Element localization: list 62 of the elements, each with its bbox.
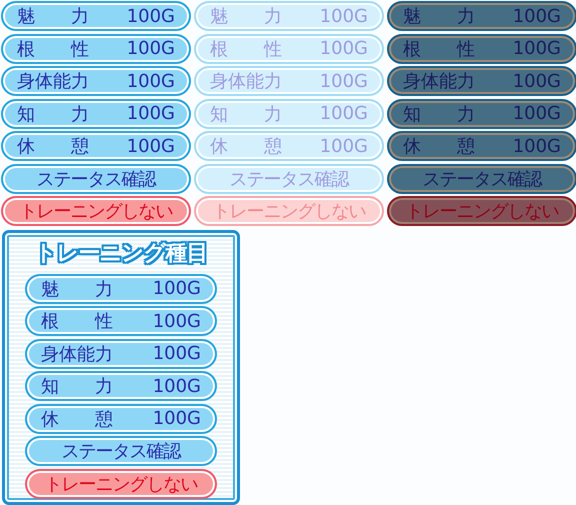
training-name: 根 性 [41, 310, 113, 333]
training-name: 魅 力 [210, 5, 282, 28]
training-name: 知 力 [17, 102, 89, 126]
training-button[interactable]: 知 力 100G [1, 98, 191, 128]
training-button[interactable]: 身体能力 100G [1, 66, 191, 96]
training-button[interactable]: 休 憩 100G [387, 131, 576, 161]
training-name: 休 憩 [210, 135, 282, 158]
training-price: 100G [126, 6, 175, 26]
training-price: 100G [512, 70, 561, 92]
training-price: 100G [320, 6, 368, 26]
training-price: 100G [320, 70, 368, 92]
training-name: 根 性 [210, 38, 282, 60]
training-name: 根 性 [403, 38, 475, 60]
training-price: 100G [152, 376, 201, 396]
training-price: 100G [126, 38, 175, 59]
training-name: 身体能力 [210, 70, 282, 93]
training-button[interactable]: 身体能力 100G [387, 66, 576, 96]
training-button[interactable]: 休 憩 100G [25, 404, 217, 434]
skip-training-button[interactable]: トレーニングしない [25, 468, 217, 498]
training-button[interactable]: 根 性 100G [1, 34, 191, 64]
training-button[interactable]: 知 力 100G [387, 98, 576, 128]
training-name: 知 力 [403, 102, 475, 126]
training-name: 休 憩 [403, 135, 475, 158]
training-name: 魅 力 [17, 5, 89, 28]
training-name: 根 性 [17, 38, 89, 60]
status-button[interactable]: ステータス確認 [1, 164, 191, 194]
training-button[interactable]: 根 性 100G [25, 306, 217, 336]
skip-training-button[interactable]: トレーニングしない [387, 196, 576, 226]
training-price: 100G [152, 278, 201, 299]
training-button[interactable]: 知 力 100G [25, 371, 217, 401]
training-price: 100G [512, 6, 561, 26]
status-button[interactable]: ステータス確認 [25, 436, 217, 466]
training-name: 魅 力 [403, 5, 475, 28]
training-name: 休 憩 [17, 135, 89, 158]
training-price: 100G [126, 70, 175, 92]
training-price: 100G [152, 310, 201, 332]
training-price: 100G [320, 38, 368, 59]
training-button[interactable]: 根 性 100G [387, 34, 576, 64]
training-price: 100G [512, 136, 561, 156]
training-button[interactable]: 休 憩 100G [1, 131, 191, 161]
training-name: 身体能力 [17, 70, 89, 93]
training-price: 100G [512, 38, 561, 59]
training-price: 100G [320, 136, 368, 156]
training-button[interactable]: 魅 力 100G [25, 274, 217, 304]
panel-title: トレーニング種目 [34, 239, 208, 268]
training-name: 魅 力 [41, 278, 113, 300]
skip-training-button[interactable]: トレーニングしない [1, 196, 191, 226]
status-button[interactable]: ステータス確認 [387, 164, 576, 194]
training-price: 100G [320, 103, 368, 124]
training-button[interactable]: 身体能力 100G [25, 338, 217, 368]
training-name: 知 力 [41, 375, 113, 398]
training-button[interactable]: 魅 力 100G [387, 1, 576, 31]
training-name: 身体能力 [41, 342, 113, 366]
training-name: 身体能力 [403, 70, 475, 93]
training-price: 100G [126, 136, 175, 156]
training-price: 100G [152, 343, 201, 364]
training-price: 100G [512, 103, 561, 124]
training-button[interactable]: 魅 力 100G [1, 1, 191, 31]
training-price: 100G [126, 103, 175, 124]
training-name: 知 力 [210, 102, 282, 126]
training-name: 休 憩 [41, 408, 113, 430]
training-price: 100G [152, 408, 201, 429]
